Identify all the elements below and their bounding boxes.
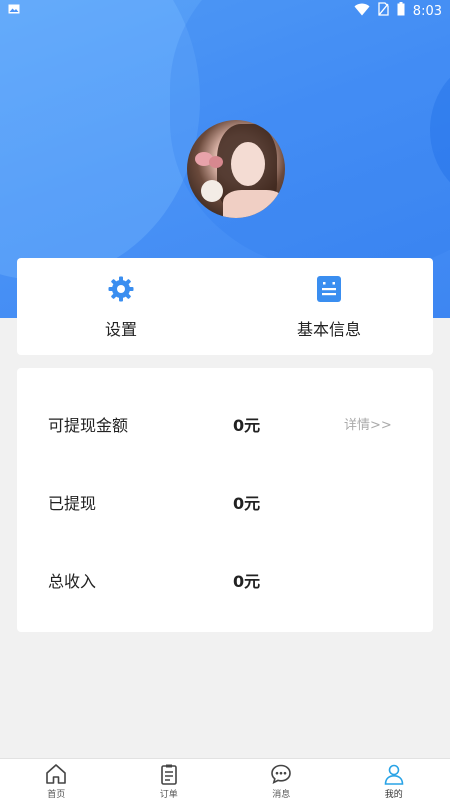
info-card-icon	[315, 275, 343, 303]
settings-button[interactable]: 设置	[17, 258, 225, 355]
avatar[interactable]	[187, 120, 285, 218]
gear-icon	[107, 275, 135, 303]
withdrawn-value: 0元	[233, 494, 261, 513]
status-bar: 8:03	[0, 0, 450, 22]
withdrawable-value: 0元	[233, 416, 261, 435]
header-decor-shape	[0, 0, 200, 280]
earnings-card: 可提现金额 0元 详情>> 已提现 0元 总收入 0元	[17, 368, 433, 632]
withdrawable-label: 可提现金额	[48, 416, 129, 435]
basic-info-button[interactable]: 基本信息	[225, 258, 433, 355]
withdrawable-row: 可提现金额 0元 详情>>	[17, 408, 433, 438]
details-link[interactable]: 详情>>	[344, 414, 392, 433]
tab-messages[interactable]: 消息	[225, 759, 338, 800]
tab-home-label: 首页	[47, 790, 66, 800]
total-income-value: 0元	[233, 572, 261, 591]
battery-icon	[397, 2, 405, 20]
tab-mine[interactable]: 我的	[338, 759, 450, 800]
tab-orders[interactable]: 订单	[113, 759, 226, 800]
tab-mine-label: 我的	[384, 790, 403, 800]
total-income-row: 总收入 0元	[17, 564, 433, 594]
chat-icon	[270, 763, 292, 785]
tab-home[interactable]: 首页	[0, 759, 113, 800]
withdrawn-label: 已提现	[48, 494, 97, 513]
bottom-tab-bar: 首页 订单 消息 我的	[0, 758, 450, 800]
no-sim-icon	[378, 2, 389, 20]
status-time: 8:03	[412, 3, 442, 19]
settings-label: 设置	[104, 320, 137, 339]
image-icon	[8, 3, 20, 19]
withdrawn-row: 已提现 0元	[17, 486, 433, 516]
clipboard-icon	[158, 763, 180, 785]
quick-actions-card: 设置 基本信息	[17, 258, 433, 355]
home-icon	[45, 763, 67, 785]
total-income-label: 总收入	[48, 572, 97, 591]
tab-messages-label: 消息	[272, 790, 291, 800]
basic-info-label: 基本信息	[296, 320, 361, 339]
tab-orders-label: 订单	[159, 790, 178, 800]
wifi-icon	[354, 3, 370, 20]
person-icon	[383, 763, 405, 785]
